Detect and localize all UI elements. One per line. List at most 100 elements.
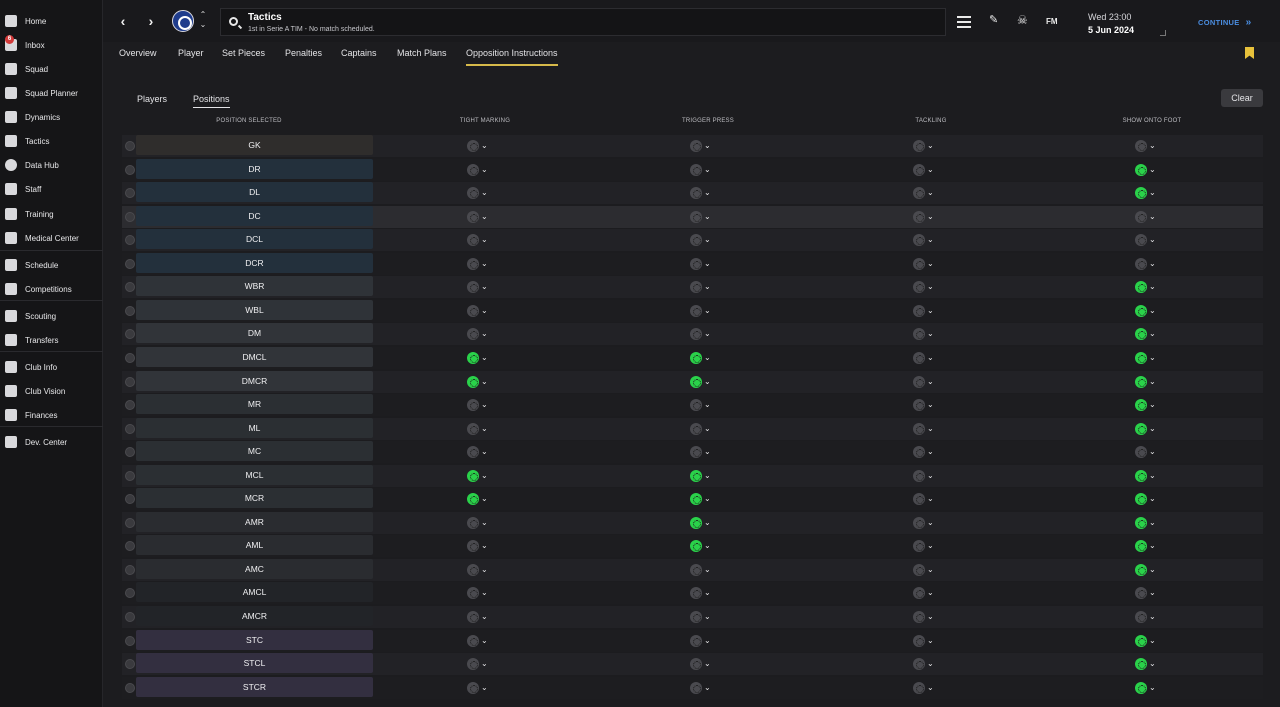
- tackling-dropdown[interactable]: ⌄: [913, 398, 939, 412]
- row-select-checkbox[interactable]: [125, 517, 135, 528]
- sidebar-item-staff[interactable]: Staff: [0, 178, 103, 200]
- position-label[interactable]: STCL: [136, 653, 373, 674]
- trigger-press-dropdown[interactable]: ⌄: [690, 186, 716, 200]
- sidebar-item-schedule[interactable]: Schedule: [0, 254, 103, 276]
- row-select-checkbox[interactable]: [125, 612, 135, 622]
- trigger-press-dropdown[interactable]: ⌄: [690, 563, 716, 577]
- sidebar-item-competitions[interactable]: Competitions: [0, 278, 103, 300]
- show-onto-foot-dropdown[interactable]: ⌄: [1135, 257, 1161, 271]
- position-label[interactable]: AMCL: [136, 582, 373, 603]
- position-label[interactable]: DCL: [136, 229, 373, 250]
- position-label[interactable]: ML: [136, 417, 373, 438]
- trigger-press-dropdown[interactable]: ⌄: [690, 139, 716, 153]
- sidebar-item-training[interactable]: Training: [0, 203, 103, 225]
- row-select-checkbox[interactable]: [125, 164, 135, 175]
- tackling-dropdown[interactable]: ⌄: [913, 634, 939, 648]
- show-onto-foot-dropdown[interactable]: ⌄: [1135, 586, 1161, 600]
- tackling-dropdown[interactable]: ⌄: [913, 492, 939, 506]
- tackling-dropdown[interactable]: ⌄: [913, 257, 939, 271]
- sidebar-item-medical-center[interactable]: Medical Center: [0, 227, 103, 249]
- tight-marking-dropdown[interactable]: ⌄: [467, 139, 493, 153]
- position-label[interactable]: WBR: [136, 276, 373, 297]
- tight-marking-dropdown[interactable]: ⌄: [467, 657, 493, 671]
- row-select-checkbox[interactable]: [125, 400, 135, 411]
- tackling-dropdown[interactable]: ⌄: [913, 516, 939, 530]
- tight-marking-dropdown[interactable]: ⌄: [467, 375, 493, 389]
- tight-marking-dropdown[interactable]: ⌄: [467, 539, 493, 553]
- tight-marking-dropdown[interactable]: ⌄: [467, 233, 493, 247]
- row-select-checkbox[interactable]: [125, 635, 135, 646]
- show-onto-foot-dropdown[interactable]: ⌄: [1135, 233, 1161, 247]
- continue-button[interactable]: CONTINUE »: [1198, 17, 1251, 28]
- row-select-checkbox[interactable]: [125, 447, 135, 458]
- sidebar-item-data-hub[interactable]: Data Hub: [0, 154, 103, 176]
- tackling-dropdown[interactable]: ⌄: [913, 304, 939, 318]
- tackling-dropdown[interactable]: ⌄: [913, 422, 939, 436]
- tackling-dropdown[interactable]: ⌄: [913, 351, 939, 365]
- position-label[interactable]: WBL: [136, 299, 373, 320]
- tab-overview[interactable]: Overview: [119, 48, 157, 64]
- tackling-dropdown[interactable]: ⌄: [913, 163, 939, 177]
- tackling-dropdown[interactable]: ⌄: [913, 210, 939, 224]
- subtab-positions[interactable]: Positions: [193, 94, 230, 108]
- show-onto-foot-dropdown[interactable]: ⌄: [1135, 375, 1161, 389]
- trigger-press-dropdown[interactable]: ⌄: [690, 327, 716, 341]
- trigger-press-dropdown[interactable]: ⌄: [690, 492, 716, 506]
- back-arrow-icon[interactable]: ‹: [116, 13, 130, 29]
- sidebar-item-tactics[interactable]: Tactics: [0, 130, 103, 152]
- tackling-dropdown[interactable]: ⌄: [913, 186, 939, 200]
- tackling-dropdown[interactable]: ⌄: [913, 445, 939, 459]
- trigger-press-dropdown[interactable]: ⌄: [690, 304, 716, 318]
- row-select-checkbox[interactable]: [125, 494, 135, 505]
- position-label[interactable]: DC: [136, 205, 373, 226]
- position-label[interactable]: DL: [136, 182, 373, 203]
- position-label[interactable]: AMCR: [136, 606, 373, 626]
- position-label[interactable]: MR: [136, 394, 373, 415]
- tight-marking-dropdown[interactable]: ⌄: [467, 327, 493, 341]
- trigger-press-dropdown[interactable]: ⌄: [690, 586, 716, 600]
- bookmark-icon[interactable]: [1245, 47, 1254, 59]
- row-select-checkbox[interactable]: [125, 564, 135, 575]
- tab-captains[interactable]: Captains: [341, 48, 377, 64]
- trigger-press-dropdown[interactable]: ⌄: [690, 681, 716, 695]
- edit-icon[interactable]: ✎: [989, 13, 1005, 29]
- trigger-press-dropdown[interactable]: ⌄: [690, 163, 716, 177]
- show-onto-foot-dropdown[interactable]: ⌄: [1135, 539, 1161, 553]
- tackling-dropdown[interactable]: ⌄: [913, 586, 939, 600]
- position-label[interactable]: DM: [136, 323, 373, 344]
- sidebar-item-inbox[interactable]: 6 Inbox: [0, 34, 103, 56]
- sidebar-item-finances[interactable]: Finances: [0, 404, 103, 426]
- tight-marking-dropdown[interactable]: ⌄: [467, 304, 493, 318]
- trigger-press-dropdown[interactable]: ⌄: [690, 422, 716, 436]
- forward-arrow-icon[interactable]: ›: [144, 13, 158, 29]
- show-onto-foot-dropdown[interactable]: ⌄: [1135, 657, 1161, 671]
- show-onto-foot-dropdown[interactable]: ⌄: [1135, 422, 1161, 436]
- tight-marking-dropdown[interactable]: ⌄: [467, 516, 493, 530]
- tackling-dropdown[interactable]: ⌄: [913, 139, 939, 153]
- trigger-press-dropdown[interactable]: ⌄: [690, 375, 716, 389]
- tackling-dropdown[interactable]: ⌄: [913, 610, 939, 624]
- position-label[interactable]: DR: [136, 158, 373, 179]
- position-label[interactable]: MCR: [136, 488, 373, 509]
- tight-marking-dropdown[interactable]: ⌄: [467, 586, 493, 600]
- tackling-dropdown[interactable]: ⌄: [913, 327, 939, 341]
- clear-button[interactable]: Clear: [1221, 89, 1263, 107]
- club-switch-icon[interactable]: ⌃ ⌄: [198, 10, 208, 32]
- menu-icon[interactable]: [957, 13, 973, 29]
- position-label[interactable]: AMC: [136, 558, 373, 579]
- tight-marking-dropdown[interactable]: ⌄: [467, 257, 493, 271]
- tackling-dropdown[interactable]: ⌄: [913, 681, 939, 695]
- position-label[interactable]: GK: [136, 135, 373, 155]
- trigger-press-dropdown[interactable]: ⌄: [690, 610, 716, 624]
- show-onto-foot-dropdown[interactable]: ⌄: [1135, 681, 1161, 695]
- tab-match-plans[interactable]: Match Plans: [397, 48, 447, 64]
- row-select-checkbox[interactable]: [125, 329, 135, 340]
- sidebar-item-scouting[interactable]: Scouting: [0, 305, 103, 327]
- trigger-press-dropdown[interactable]: ⌄: [690, 257, 716, 271]
- tackling-dropdown[interactable]: ⌄: [913, 469, 939, 483]
- show-onto-foot-dropdown[interactable]: ⌄: [1135, 186, 1161, 200]
- sidebar-item-dev-center[interactable]: Dev. Center: [0, 431, 103, 453]
- row-select-checkbox[interactable]: [125, 235, 135, 246]
- show-onto-foot-dropdown[interactable]: ⌄: [1135, 304, 1161, 318]
- tackling-dropdown[interactable]: ⌄: [913, 539, 939, 553]
